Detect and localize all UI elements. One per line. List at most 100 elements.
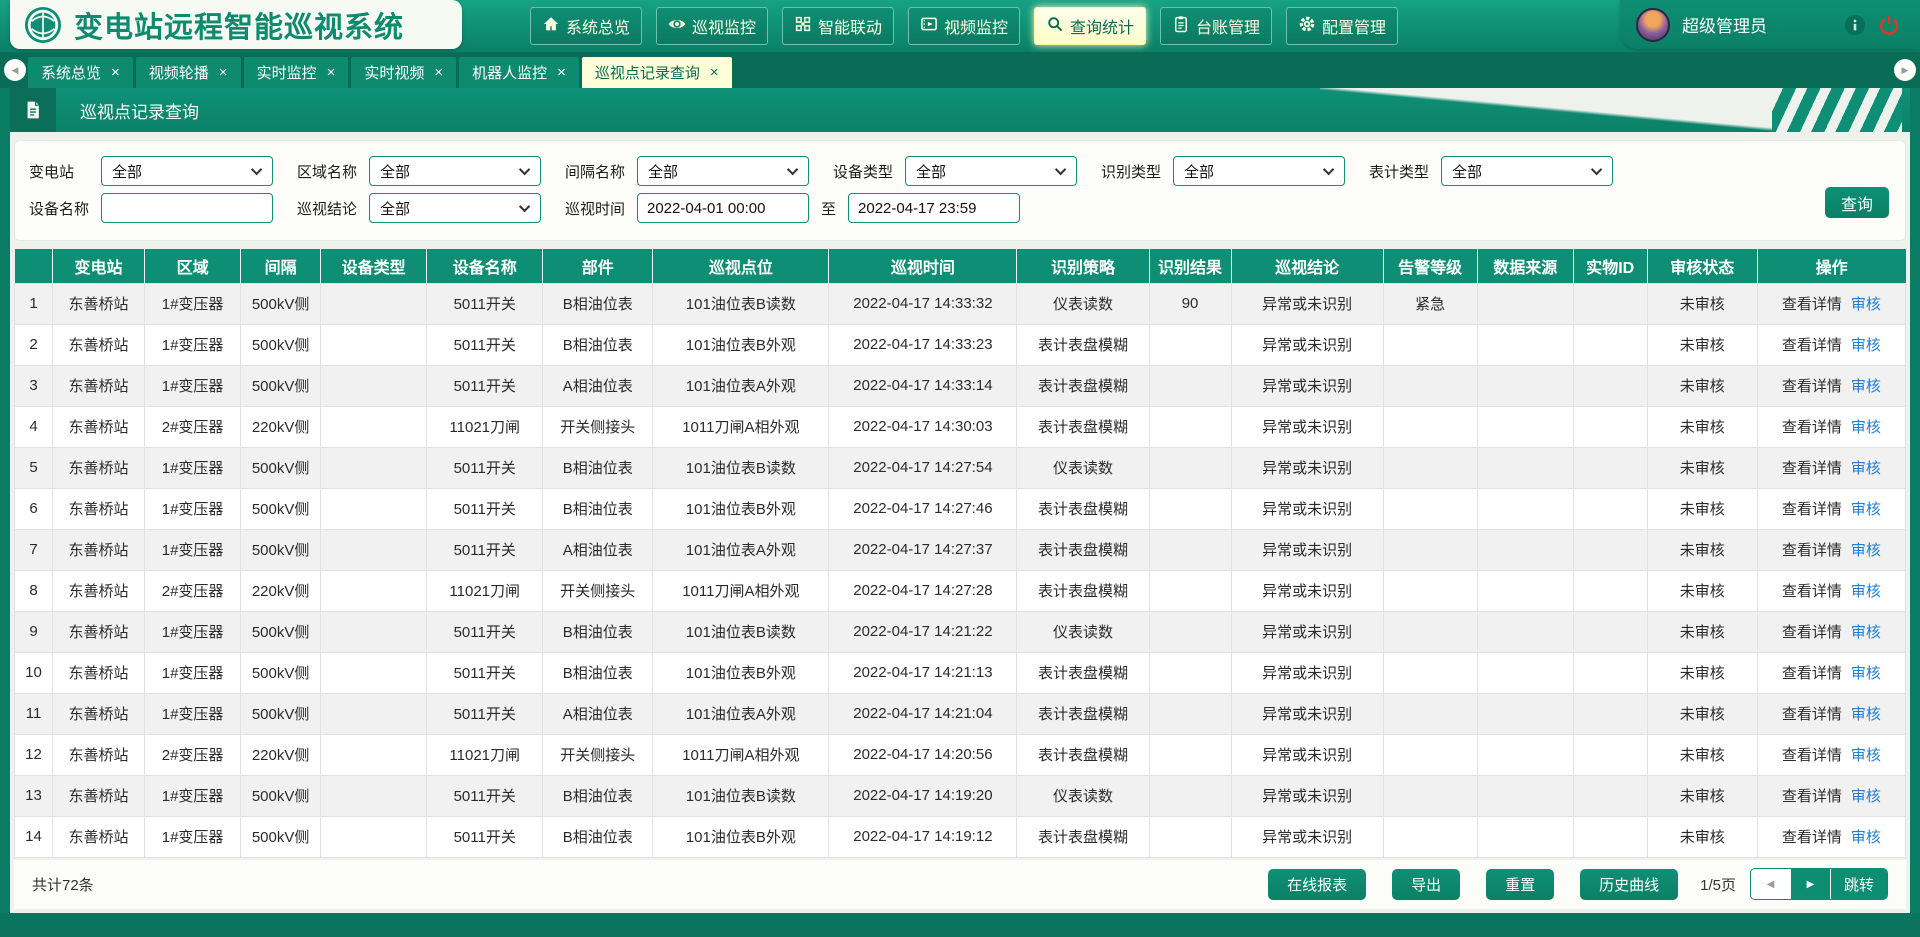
audit-link[interactable]: 审核: [1851, 501, 1881, 518]
filter-select[interactable]: 全部: [637, 156, 809, 186]
audit-link[interactable]: 审核: [1851, 829, 1881, 846]
view-detail-link[interactable]: 查看详情: [1782, 419, 1842, 436]
tab-3[interactable]: 实时监控×: [244, 57, 349, 88]
view-detail-link[interactable]: 查看详情: [1782, 296, 1842, 313]
cell-area: 2#变压器: [145, 406, 241, 447]
close-icon[interactable]: ×: [327, 65, 336, 80]
history-curve-button[interactable]: 历史曲线: [1580, 869, 1678, 900]
tab-scroll-left-icon[interactable]: ◀: [4, 59, 26, 81]
cell-bay: 500kV侧: [241, 447, 321, 488]
tab-scroll-right-icon[interactable]: ▶: [1894, 59, 1916, 81]
cell-point: 101油位表B读数: [653, 283, 829, 324]
close-icon[interactable]: ×: [219, 65, 228, 80]
view-detail-link[interactable]: 查看详情: [1782, 583, 1842, 600]
audit-link[interactable]: 审核: [1851, 337, 1881, 354]
filter-select[interactable]: 全部: [369, 156, 541, 186]
cell-bay: 500kV侧: [241, 529, 321, 570]
audit-link[interactable]: 审核: [1851, 419, 1881, 436]
audit-link[interactable]: 审核: [1851, 583, 1881, 600]
view-detail-link[interactable]: 查看详情: [1782, 378, 1842, 395]
footer-buttons: 在线报表导出重置历史曲线: [1242, 869, 1678, 900]
device-name-input[interactable]: [101, 193, 273, 223]
view-detail-link[interactable]: 查看详情: [1782, 747, 1842, 764]
prev-page-icon[interactable]: ◀: [1751, 869, 1791, 899]
cell-audit: 未审核: [1647, 734, 1757, 775]
audit-link[interactable]: 审核: [1851, 788, 1881, 805]
tab-6[interactable]: 巡视点记录查询×: [582, 57, 732, 88]
next-page-icon[interactable]: ▶: [1791, 869, 1831, 899]
jump-button[interactable]: 跳转: [1831, 869, 1887, 899]
filter-select[interactable]: 全部: [905, 156, 1077, 186]
audit-link[interactable]: 审核: [1851, 747, 1881, 764]
filter-label: 设备类型: [833, 161, 905, 182]
close-icon[interactable]: ×: [710, 65, 719, 80]
conclusion-label: 巡视结论: [297, 198, 369, 219]
nav-item-4[interactable]: 视频监控: [908, 7, 1020, 45]
cell-station: 东善桥站: [53, 283, 145, 324]
cell-time: 2022-04-17 14:33:23: [829, 324, 1017, 365]
view-detail-link[interactable]: 查看详情: [1782, 460, 1842, 477]
table-row: 1东善桥站1#变压器500kV侧5011开关B相油位表101油位表B读数2022…: [15, 283, 1906, 324]
avatar[interactable]: [1636, 8, 1670, 42]
cell-device: 5011开关: [427, 283, 543, 324]
filter-label: 识别类型: [1101, 161, 1173, 182]
cell-no: 8: [15, 570, 53, 611]
nav-item-6[interactable]: 台账管理: [1160, 7, 1272, 45]
close-icon[interactable]: ×: [557, 65, 566, 80]
cell-result: [1149, 693, 1231, 734]
audit-link[interactable]: 审核: [1851, 296, 1881, 313]
view-detail-link[interactable]: 查看详情: [1782, 706, 1842, 723]
view-detail-link[interactable]: 查看详情: [1782, 665, 1842, 682]
filter-select[interactable]: 全部: [1441, 156, 1613, 186]
cell-device: 5011开关: [427, 816, 543, 857]
tab-4[interactable]: 实时视频×: [351, 57, 456, 88]
search-button[interactable]: 查询: [1825, 187, 1889, 218]
export-button[interactable]: 导出: [1392, 869, 1460, 900]
audit-link[interactable]: 审核: [1851, 460, 1881, 477]
filter-select[interactable]: 全部: [1173, 156, 1345, 186]
cell-area: 1#变压器: [145, 488, 241, 529]
conclusion-select[interactable]: 全部: [369, 193, 541, 223]
tab-5[interactable]: 机器人监控×: [459, 57, 579, 88]
cell-station: 东善桥站: [53, 693, 145, 734]
view-detail-link[interactable]: 查看详情: [1782, 829, 1842, 846]
close-icon[interactable]: ×: [111, 65, 120, 80]
tab-2[interactable]: 视频轮播×: [136, 57, 241, 88]
column-header: 变电站: [53, 249, 145, 283]
selected-value: 全部: [380, 161, 410, 182]
view-detail-link[interactable]: 查看详情: [1782, 542, 1842, 559]
info-icon[interactable]: [1844, 14, 1866, 36]
column-header: 设备类型: [321, 249, 427, 283]
audit-link[interactable]: 审核: [1851, 378, 1881, 395]
cell-audit: 未审核: [1647, 693, 1757, 734]
document-icon: [10, 88, 56, 132]
audit-link[interactable]: 审核: [1851, 665, 1881, 682]
view-detail-link[interactable]: 查看详情: [1782, 337, 1842, 354]
nav-item-3[interactable]: 智能联动: [782, 7, 894, 45]
cell-device_type: [321, 365, 427, 406]
titlebar-decoration: [1320, 88, 1800, 132]
nav-item-7[interactable]: 配置管理: [1286, 7, 1398, 45]
nav-item-5[interactable]: 查询统计: [1034, 7, 1146, 45]
device-name-label: 设备名称: [29, 198, 101, 219]
view-detail-link[interactable]: 查看详情: [1782, 624, 1842, 641]
cell-part: A相油位表: [543, 693, 653, 734]
online-report-button[interactable]: 在线报表: [1268, 869, 1366, 900]
audit-link[interactable]: 审核: [1851, 542, 1881, 559]
time-to-input[interactable]: [848, 193, 1020, 223]
audit-link[interactable]: 审核: [1851, 706, 1881, 723]
device-name-filter: 设备名称: [29, 193, 273, 223]
cell-bay: 500kV侧: [241, 652, 321, 693]
time-from-input[interactable]: [637, 193, 809, 223]
view-detail-link[interactable]: 查看详情: [1782, 501, 1842, 518]
nav-item-1[interactable]: 系统总览: [530, 7, 642, 45]
filter-select[interactable]: 全部: [101, 156, 273, 186]
audit-link[interactable]: 审核: [1851, 624, 1881, 641]
tab-1[interactable]: 系统总览×: [28, 57, 133, 88]
reset-button[interactable]: 重置: [1486, 869, 1554, 900]
cell-no: 10: [15, 652, 53, 693]
nav-item-2[interactable]: 巡视监控: [656, 7, 768, 45]
power-icon[interactable]: [1878, 14, 1900, 36]
view-detail-link[interactable]: 查看详情: [1782, 788, 1842, 805]
close-icon[interactable]: ×: [434, 65, 443, 80]
